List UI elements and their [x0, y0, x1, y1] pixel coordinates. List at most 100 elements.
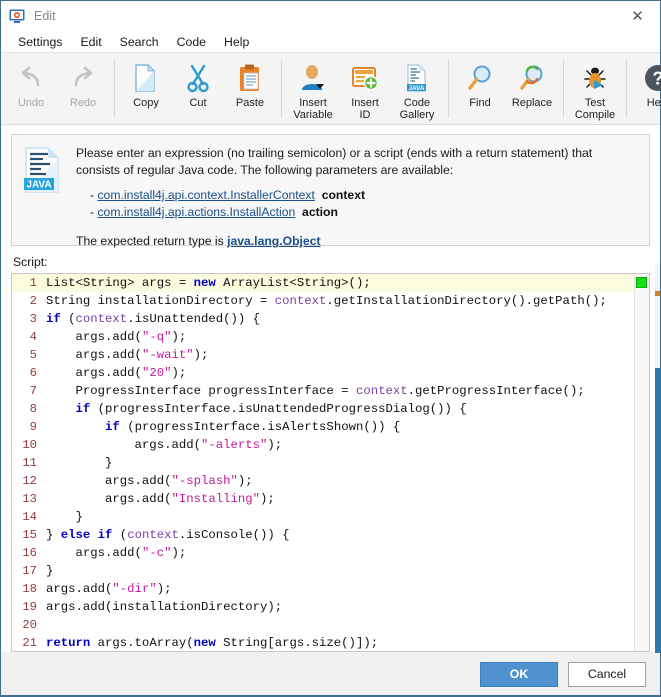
menu-item-settings[interactable]: Settings: [9, 33, 71, 51]
code-text[interactable]: args.add("Installing");: [42, 490, 275, 508]
code-line[interactable]: 14 }: [12, 508, 634, 526]
code-text[interactable]: if (progressInterface.isUnattendedProgre…: [42, 400, 467, 418]
token-str: "-dir": [112, 582, 157, 596]
token-plain: args.add(: [46, 366, 142, 380]
code-line[interactable]: 5 args.add("-wait");: [12, 346, 634, 364]
link-installaction[interactable]: com.install4j.api.actions.InstallAction: [97, 205, 295, 219]
code-text[interactable]: return args.toArray(new String[args.size…: [42, 634, 378, 651]
insert-id-label: Insert ID: [351, 97, 379, 121]
redo-label: Redo: [69, 97, 97, 109]
redo-button[interactable]: Redo: [57, 57, 109, 123]
menu-item-help[interactable]: Help: [215, 33, 258, 51]
menu-item-search[interactable]: Search: [111, 33, 168, 51]
toolbar-separator: [281, 60, 282, 118]
help-button[interactable]: ? Help: [632, 57, 661, 123]
code-editor-area[interactable]: 1 List<String> args = new ArrayList<Strin…: [12, 274, 634, 651]
token-str: "-q": [141, 330, 172, 344]
token-plain: args.toArray(: [90, 636, 194, 650]
code-text[interactable]: args.add("-dir");: [42, 580, 171, 598]
code-text[interactable]: }: [42, 508, 83, 526]
replace-label: Replace: [511, 97, 553, 109]
test-compile-button[interactable]: Test Compile: [569, 57, 621, 123]
cancel-button[interactable]: Cancel: [568, 661, 646, 687]
code-text[interactable]: ProgressInterface progressInterface = co…: [42, 382, 585, 400]
script-editor[interactable]: 1 List<String> args = new ArrayList<Strin…: [11, 273, 650, 652]
ruler-scroll-thumb[interactable]: [655, 368, 660, 653]
cut-label: Cut: [189, 97, 207, 109]
code-text[interactable]: args.add(installationDirectory);: [42, 598, 282, 616]
code-text[interactable]: }: [42, 562, 53, 580]
code-line[interactable]: 10 args.add("-alerts");: [12, 436, 634, 454]
svg-text:JAVA: JAVA: [26, 180, 51, 191]
code-line[interactable]: 15} else if (context.isConsole()) {: [12, 526, 634, 544]
dialog-button-bar: OK Cancel: [1, 652, 660, 696]
title-bar: Edit ✕: [1, 1, 660, 31]
code-line[interactable]: 2 String installationDirectory = context.…: [12, 292, 634, 310]
window-overview-ruler[interactable]: [655, 263, 660, 655]
code-line[interactable]: 8 if (progressInterface.isUnattendedProg…: [12, 400, 634, 418]
code-lines-container[interactable]: 1 List<String> args = new ArrayList<Strin…: [12, 274, 634, 651]
code-line[interactable]: 6 args.add("20");: [12, 364, 634, 382]
code-text[interactable]: } else if (context.isConsole()) {: [42, 526, 290, 544]
menu-item-edit[interactable]: Edit: [71, 33, 110, 51]
code-line[interactable]: 4 args.add("-q");: [12, 328, 634, 346]
copy-button[interactable]: Copy: [120, 57, 172, 123]
find-button[interactable]: Find: [454, 57, 506, 123]
undo-arrow-icon: [15, 62, 47, 94]
cut-button[interactable]: Cut: [172, 57, 224, 123]
line-number: 12: [22, 474, 37, 488]
code-text[interactable]: args.add("-alerts");: [42, 436, 283, 454]
link-installercontext[interactable]: com.install4j.api.context.InstallerConte…: [97, 188, 314, 202]
code-text[interactable]: if (progressInterface.isAlertsShown()) {: [42, 418, 400, 436]
code-text[interactable]: args.add("-c");: [42, 544, 187, 562]
code-line[interactable]: 18 args.add("-dir");: [12, 580, 634, 598]
code-line[interactable]: 19 args.add(installationDirectory);: [12, 598, 634, 616]
line-number: 11: [22, 456, 37, 470]
code-text[interactable]: }: [42, 454, 112, 472]
code-gallery-label: Code Gallery: [399, 97, 435, 121]
editor-scroll-track[interactable]: [634, 274, 649, 651]
code-gallery-button[interactable]: JAVA Code Gallery: [391, 57, 443, 123]
menu-bar: Settings Edit Search Code Help: [1, 31, 660, 53]
code-line[interactable]: 9 if (progressInterface.isAlertsShown())…: [12, 418, 634, 436]
close-icon[interactable]: ✕: [615, 1, 660, 31]
code-line[interactable]: 7 ProgressInterface progressInterface = …: [12, 382, 634, 400]
code-text[interactable]: args.add("20");: [42, 364, 187, 382]
ok-button[interactable]: OK: [480, 661, 558, 687]
code-text[interactable]: List<String> args = new ArrayList<String…: [42, 274, 371, 292]
code-text[interactable]: args.add("-q");: [42, 328, 187, 346]
token-str: "-splash": [171, 474, 238, 488]
help-label: Help: [646, 97, 661, 109]
token-plain: }: [46, 510, 83, 524]
code-line[interactable]: 12 args.add("-splash");: [12, 472, 634, 490]
menu-item-code[interactable]: Code: [168, 33, 215, 51]
undo-button[interactable]: Undo: [5, 57, 57, 123]
code-line[interactable]: 13 args.add("Installing");: [12, 490, 634, 508]
code-line[interactable]: 20: [12, 616, 634, 634]
code-line[interactable]: 1 List<String> args = new ArrayList<Strin…: [12, 274, 634, 292]
code-line[interactable]: 3 if (context.isUnattended()) {: [12, 310, 634, 328]
code-text[interactable]: if (context.isUnattended()) {: [42, 310, 260, 328]
replace-button[interactable]: Replace: [506, 57, 558, 123]
code-line[interactable]: 21 return args.toArray(new String[args.si…: [12, 634, 634, 651]
token-plain: .getInstallationDirectory().getPath();: [326, 294, 607, 308]
insert-id-icon: [349, 62, 381, 94]
toolbar: Undo Redo Copy Cut Paste Insert Variable…: [1, 53, 661, 125]
insert-variable-button[interactable]: Insert Variable: [287, 57, 339, 123]
paste-button[interactable]: Paste: [224, 57, 276, 123]
line-number: 18: [22, 582, 37, 596]
token-plain: (: [112, 528, 128, 542]
code-line[interactable]: 17}: [12, 562, 634, 580]
code-text[interactable]: args.add("-wait");: [42, 346, 209, 364]
magnifier-replace-icon: [516, 62, 548, 94]
token-plain: (progressInterface.isUnattendedProgressD…: [90, 402, 467, 416]
code-text[interactable]: args.add("-splash");: [42, 472, 253, 490]
code-line[interactable]: 11 }: [12, 454, 634, 472]
code-text[interactable]: [42, 616, 46, 634]
code-text[interactable]: String installationDirectory = context.g…: [42, 292, 607, 310]
code-line[interactable]: 16 args.add("-c");: [12, 544, 634, 562]
insert-id-button[interactable]: Insert ID: [339, 57, 391, 123]
token-kw: if: [105, 420, 120, 434]
